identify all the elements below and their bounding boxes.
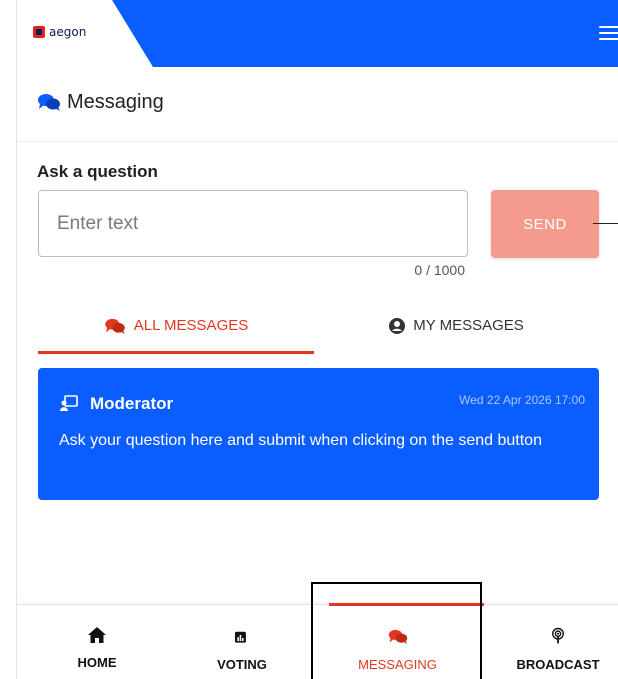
page-title-bar: Messaging <box>17 67 618 142</box>
send-button[interactable]: SEND <box>491 190 599 258</box>
annotation-line <box>593 223 618 224</box>
nav-voting[interactable]: VOTING <box>172 605 312 679</box>
active-tab-indicator <box>38 351 314 354</box>
logo-text: aegon <box>49 25 87 39</box>
chat-bubbles-icon <box>104 318 125 334</box>
nav-label: VOTING <box>217 657 267 672</box>
logo-area: aegon <box>17 0 153 67</box>
nav-label: BROADCAST <box>516 657 600 672</box>
message-card: Moderator Wed 22 Apr 2026 17:00 Ask your… <box>38 368 599 500</box>
tab-label: MY MESSAGES <box>413 317 524 334</box>
page-title: Messaging <box>67 91 164 113</box>
presenter-icon <box>60 395 78 411</box>
nav-home[interactable]: HOME <box>37 605 157 679</box>
question-input[interactable] <box>38 190 468 257</box>
poll-icon <box>235 631 246 643</box>
highlight-frame <box>311 582 482 679</box>
hamburger-icon[interactable] <box>599 22 618 44</box>
tab-label: ALL MESSAGES <box>133 317 249 334</box>
tab-all-messages[interactable]: ALL MESSAGES <box>38 312 314 354</box>
character-counter: 0 / 1000 <box>414 262 465 278</box>
home-icon <box>88 627 106 643</box>
message-author: Moderator <box>90 394 174 413</box>
ask-label: Ask a question <box>37 162 158 181</box>
nav-label: HOME <box>77 655 117 670</box>
tab-my-messages[interactable]: MY MESSAGES <box>314 312 599 354</box>
header: aegon <box>17 0 618 67</box>
message-timestamp: Wed 22 Apr 2026 17:00 <box>459 393 585 407</box>
nav-broadcast[interactable]: BROADCAST <box>497 605 618 679</box>
chat-bubbles-icon <box>38 94 60 111</box>
aegon-logo-icon <box>33 26 45 38</box>
broadcast-icon <box>552 627 564 644</box>
message-text: Ask your question here and submit when c… <box>59 432 542 449</box>
logo[interactable]: aegon <box>33 25 86 39</box>
user-circle-icon <box>389 317 406 334</box>
app-frame: aegon Messaging Ask a question 0 / 1000 … <box>16 0 618 679</box>
